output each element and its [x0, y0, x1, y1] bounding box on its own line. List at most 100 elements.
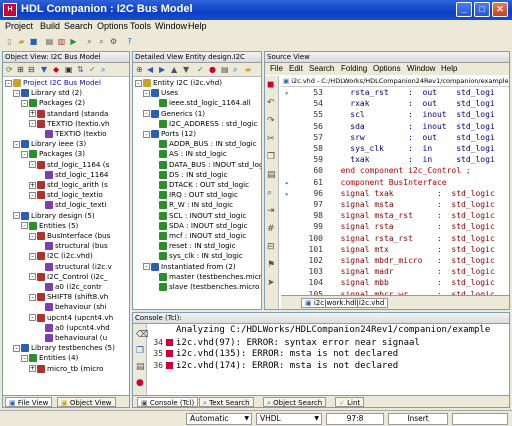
collapse-node-icon[interactable]: -: [13, 89, 20, 97]
console-line[interactable]: 35 i2c.vhd(135): ERROR: msta is not decla…: [149, 348, 509, 359]
fold-marker-icon[interactable]: [285, 268, 293, 276]
fold-marker-icon[interactable]: ▸: [285, 89, 293, 97]
folder-icon[interactable]: ▰: [245, 65, 251, 74]
detailed_view-tree-item[interactable]: I2C_ADDRESS : std_logic: [151, 119, 258, 129]
menu-tools[interactable]: Tools: [130, 21, 151, 31]
code-line[interactable]: 101 signal mtx : std_logic: [281, 245, 509, 255]
source-menu-folding[interactable]: Folding: [341, 64, 367, 73]
console-line[interactable]: 36 i2c.vhd(174): ERROR: msta is not decla…: [149, 360, 509, 371]
fold-icon[interactable]: ⊟: [267, 242, 275, 252]
detailed_view-tree-item[interactable]: ieee.std_logic_1164.all: [151, 98, 251, 108]
object_view-tree-item[interactable]: TEXTIO (textio: [37, 129, 107, 139]
detailed_view-tree-item[interactable]: - Generics (1): [143, 109, 205, 119]
object-tree[interactable]: - Project I2C Bus Model - Library std (2) - P…: [3, 78, 129, 395]
save-console-icon[interactable]: ▤: [136, 362, 145, 372]
copy-icon[interactable]: ❐: [267, 152, 275, 162]
object_view-tree-item[interactable]: - Library testbenches (5): [13, 343, 115, 353]
object_view-tree-item[interactable]: - I2C (i2c.vhd): [29, 251, 93, 261]
code-line[interactable]: 58 sys_clk : in std_logi: [281, 144, 509, 154]
object_view-tree-item[interactable]: + std_logic_arith (s: [29, 180, 108, 190]
code-line[interactable]: 103 signal madr : std_logic: [281, 267, 509, 277]
object_view-tree-item[interactable]: a0 (i2c_contr: [37, 282, 102, 292]
detailed_view-tree-item[interactable]: R_W : IN std_logic: [151, 200, 233, 210]
object_view-tree-item[interactable]: a0 (upcnt4.vhd: [37, 323, 110, 333]
object_view-tree-item[interactable]: - Library ieee (3): [13, 139, 86, 149]
fold-marker-icon[interactable]: [285, 246, 293, 254]
stop-console-icon[interactable]: ●: [136, 378, 144, 388]
up-icon[interactable]: ▲: [171, 65, 177, 74]
detailed_view-tree-item[interactable]: ADDR_BUS : IN std_logic: [151, 139, 257, 149]
code-line[interactable]: 102 signal mbdr_micro : std_logic: [281, 256, 509, 266]
object_view-tree-item[interactable]: - Project I2C Bus Model: [5, 78, 101, 88]
collapse-node-icon[interactable]: -: [29, 252, 36, 260]
detailed_view-tree-item[interactable]: - Entity I2C (i2c.vhd): [135, 78, 222, 88]
fold-marker-icon[interactable]: [285, 212, 293, 220]
fold-marker-icon[interactable]: ▸: [285, 190, 293, 198]
fold-marker-icon[interactable]: [285, 279, 293, 287]
tab-text-search[interactable]: ⌕ Text Search: [199, 397, 254, 407]
collapse-node-icon[interactable]: -: [29, 232, 36, 240]
clear-console-icon[interactable]: ⌫: [136, 330, 149, 340]
check-icon[interactable]: ✓: [197, 65, 204, 74]
console-output[interactable]: Analyzing C:/HDLWorks/HDLCompanion24Rev1…: [149, 325, 509, 395]
hierarchy-icon[interactable]: ◆: [53, 65, 59, 74]
collapse-node-icon[interactable]: -: [13, 140, 20, 148]
collapse-node-icon[interactable]: -: [143, 263, 150, 271]
compile-icon[interactable]: ▥: [56, 36, 67, 47]
indent-icon[interactable]: ⇥: [267, 206, 275, 216]
print-icon[interactable]: ▤: [221, 65, 229, 74]
goto-icon[interactable]: ➤: [267, 278, 275, 288]
collapse-node-icon[interactable]: -: [143, 110, 150, 118]
menu-search[interactable]: Search: [64, 21, 93, 31]
source-menu-window[interactable]: Window: [407, 64, 435, 73]
fold-marker-icon[interactable]: [285, 123, 293, 131]
fold-marker-icon[interactable]: [285, 167, 293, 175]
forward-icon[interactable]: ▶: [159, 65, 165, 74]
collapse-node-icon[interactable]: -: [29, 273, 36, 281]
source-menu-edit[interactable]: Edit: [289, 64, 303, 73]
object_view-tree-item[interactable]: - upcnt4 (upcnt4.vh: [29, 313, 113, 323]
save-file-icon[interactable]: ◼: [267, 80, 274, 90]
code-editor[interactable]: 53 ▸ rsta_rst : out std_logi 54 rxak : out…: [281, 88, 509, 295]
paste-icon[interactable]: ▤: [267, 170, 276, 180]
collapse-node-icon[interactable]: -: [13, 212, 20, 220]
menu-window[interactable]: Window: [155, 21, 187, 31]
code-line[interactable]: 97 signal msta : std_logic: [281, 200, 509, 210]
object_view-tree-item[interactable]: - Entities (4): [21, 353, 78, 363]
collapse-node-icon[interactable]: -: [135, 79, 142, 87]
minimize-button[interactable]: _: [456, 2, 472, 17]
source-menu-file[interactable]: File: [270, 64, 283, 73]
tab-lint[interactable]: ✓ Lint: [335, 397, 365, 407]
code-line[interactable]: 98 signal msta_rst : std_logic: [281, 211, 509, 221]
object_view-tree-item[interactable]: + standard (standa: [29, 109, 108, 119]
object_view-tree-item[interactable]: std_logic_1164: [37, 170, 109, 180]
pin-icon[interactable]: ⊕: [136, 65, 143, 74]
collapse-node-icon[interactable]: -: [29, 191, 36, 199]
source-menu-help[interactable]: Help: [441, 64, 457, 73]
console-line[interactable]: 34 i2c.vhd(97): ERROR: syntax error near …: [149, 337, 509, 348]
object_view-tree-item[interactable]: behavioural (u: [37, 333, 107, 343]
fold-marker-icon[interactable]: [285, 100, 293, 108]
check-icon[interactable]: ✓: [89, 65, 96, 74]
comment-icon[interactable]: #: [267, 224, 275, 234]
copy-console-icon[interactable]: ❐: [136, 346, 144, 356]
redo-icon[interactable]: ↷: [267, 116, 275, 126]
save-icon[interactable]: ■: [28, 36, 39, 47]
code-line[interactable]: 96 ▸ signal txak : std_logic: [281, 189, 509, 199]
fold-marker-icon[interactable]: [285, 134, 293, 142]
console-line[interactable]: Analyzing C:/HDLWorks/HDLCompanion24Rev1…: [149, 325, 509, 336]
options-icon[interactable]: ⚙: [108, 36, 119, 47]
detailed_view-tree-item[interactable]: master (testbenches.micro: [151, 272, 261, 282]
find-icon[interactable]: ⌕: [267, 188, 272, 198]
fold-marker-icon[interactable]: [285, 156, 293, 164]
detailed_view-tree-item[interactable]: sys_clk : IN std_logic: [151, 251, 243, 261]
object_view-tree-item[interactable]: - Packages (2): [21, 98, 85, 108]
detailed_view-tree-item[interactable]: - Uses: [143, 88, 178, 98]
detailed_view-tree-item[interactable]: SCL : INOUT std_logic: [151, 211, 246, 221]
object_view-tree-item[interactable]: - Library std (2): [13, 88, 82, 98]
tab-console-tcl[interactable]: ▣ Console (Tcl): [137, 397, 199, 407]
collapse-node-icon[interactable]: -: [29, 161, 36, 169]
detailed_view-tree-item[interactable]: - Ports (12): [143, 129, 196, 139]
detailed_view-tree-item[interactable]: DATA_BUS : INOUT std_log: [151, 160, 261, 170]
encoding-select[interactable]: Automatic ▼: [186, 413, 252, 425]
